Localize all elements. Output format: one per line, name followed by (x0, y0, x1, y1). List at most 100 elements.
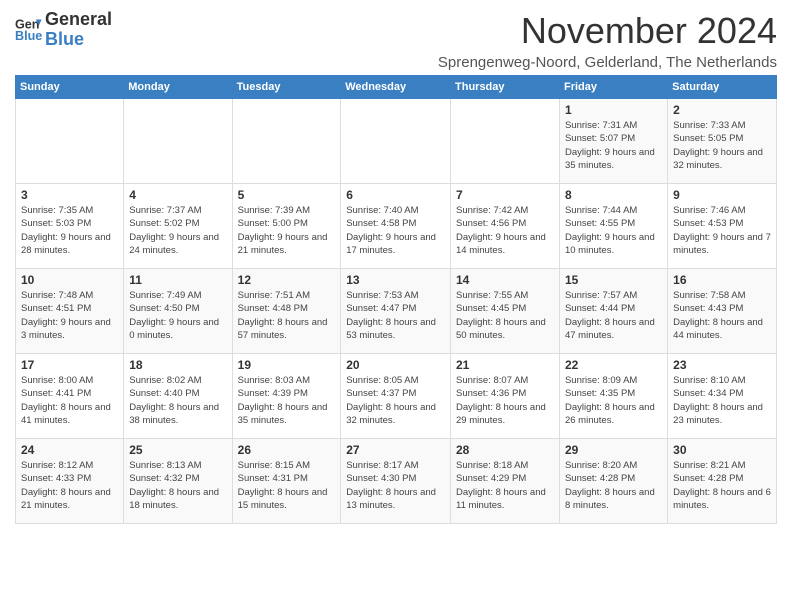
day-info: Sunrise: 7:39 AMSunset: 5:00 PMDaylight:… (238, 204, 336, 257)
day-number: 18 (129, 358, 226, 372)
calendar-cell: 7Sunrise: 7:42 AMSunset: 4:56 PMDaylight… (451, 184, 560, 269)
day-info: Sunrise: 7:53 AMSunset: 4:47 PMDaylight:… (346, 289, 445, 342)
day-number: 20 (346, 358, 445, 372)
calendar-cell: 19 Sunrise: 8:03 AMSunset: 4:39 PMDayligh… (232, 354, 341, 439)
day-info: Sunrise: 8:18 AMSunset: 4:29 PMDaylight:… (456, 459, 554, 512)
day-info: Sunrise: 8:13 AMSunset: 4:32 PMDaylight:… (129, 459, 226, 512)
calendar-cell: 30Sunrise: 8:21 AMSunset: 4:28 PMDayligh… (668, 439, 777, 524)
day-number: 7 (456, 188, 554, 202)
day-info: Sunrise: 7:55 AMSunset: 4:45 PMDaylight:… (456, 289, 554, 342)
day-info: Sunrise: 7:48 AMSunset: 4:51 PMDaylight:… (21, 289, 118, 342)
day-info: Sunrise: 8:09 AMSunset: 4:35 PMDaylight:… (565, 374, 662, 427)
day-info: Sunrise: 7:57 AMSunset: 4:44 PMDaylight:… (565, 289, 662, 342)
location: Sprengenweg-Noord, Gelderland, The Nethe… (438, 54, 777, 71)
calendar-cell: 10 Sunrise: 7:48 AMSunset: 4:51 PMDayligh… (16, 269, 124, 354)
calendar-cell: 22 Sunrise: 8:09 AMSunset: 4:35 PMDayligh… (559, 354, 667, 439)
day-number: 11 (129, 273, 226, 287)
calendar-cell: 26Sunrise: 8:15 AMSunset: 4:31 PMDayligh… (232, 439, 341, 524)
day-info: Sunrise: 8:00 AMSunset: 4:41 PMDaylight:… (21, 374, 118, 427)
day-number: 27 (346, 443, 445, 457)
calendar-cell (232, 99, 341, 184)
calendar-cell (124, 99, 232, 184)
header-day: Tuesday (232, 76, 341, 99)
logo-line1: General (45, 10, 112, 30)
header-day: Sunday (16, 76, 124, 99)
day-info: Sunrise: 8:07 AMSunset: 4:36 PMDaylight:… (456, 374, 554, 427)
day-info: Sunrise: 7:37 AMSunset: 5:02 PMDaylight:… (129, 204, 226, 257)
calendar-cell (16, 99, 124, 184)
header-day: Saturday (668, 76, 777, 99)
calendar-cell: 2 Sunrise: 7:33 AMSunset: 5:05 PMDaylight… (668, 99, 777, 184)
header: Gen Blue General Blue November 2024 Spre… (15, 10, 777, 71)
calendar-table: SundayMondayTuesdayWednesdayThursdayFrid… (15, 75, 777, 524)
day-info: Sunrise: 7:44 AMSunset: 4:55 PMDaylight:… (565, 204, 662, 257)
calendar-week: 24 Sunrise: 8:12 AMSunset: 4:33 PMDayligh… (16, 439, 777, 524)
calendar-cell: 3 Sunrise: 7:35 AMSunset: 5:03 PMDaylight… (16, 184, 124, 269)
logo: Gen Blue General Blue (15, 10, 112, 50)
day-number: 1 (565, 103, 662, 117)
svg-text:Blue: Blue (15, 29, 42, 43)
calendar-cell: 8 Sunrise: 7:44 AMSunset: 4:55 PMDaylight… (559, 184, 667, 269)
day-info: Sunrise: 7:58 AMSunset: 4:43 PMDaylight:… (673, 289, 771, 342)
day-number: 4 (129, 188, 226, 202)
title-block: November 2024 Sprengenweg-Noord, Gelderl… (438, 10, 777, 71)
day-info: Sunrise: 8:03 AMSunset: 4:39 PMDaylight:… (238, 374, 336, 427)
calendar-cell: 15Sunrise: 7:57 AMSunset: 4:44 PMDayligh… (559, 269, 667, 354)
day-number: 14 (456, 273, 554, 287)
calendar-week: 3 Sunrise: 7:35 AMSunset: 5:03 PMDaylight… (16, 184, 777, 269)
header-day: Monday (124, 76, 232, 99)
calendar-cell: 25 Sunrise: 8:13 AMSunset: 4:32 PMDayligh… (124, 439, 232, 524)
day-info: Sunrise: 7:33 AMSunset: 5:05 PMDaylight:… (673, 119, 771, 172)
day-info: Sunrise: 7:31 AMSunset: 5:07 PMDaylight:… (565, 119, 662, 172)
logo-icon: Gen Blue (15, 16, 43, 44)
day-info: Sunrise: 7:46 AMSunset: 4:53 PMDaylight:… (673, 204, 771, 257)
month-title: November 2024 (438, 10, 777, 52)
calendar-week: 10 Sunrise: 7:48 AMSunset: 4:51 PMDayligh… (16, 269, 777, 354)
day-number: 6 (346, 188, 445, 202)
header-row: SundayMondayTuesdayWednesdayThursdayFrid… (16, 76, 777, 99)
calendar-cell: 11Sunrise: 7:49 AMSunset: 4:50 PMDayligh… (124, 269, 232, 354)
day-number: 3 (21, 188, 118, 202)
calendar-cell: 5Sunrise: 7:39 AMSunset: 5:00 PMDaylight… (232, 184, 341, 269)
header-day: Friday (559, 76, 667, 99)
day-number: 25 (129, 443, 226, 457)
day-number: 2 (673, 103, 771, 117)
calendar-cell: 21 Sunrise: 8:07 AMSunset: 4:36 PMDayligh… (451, 354, 560, 439)
day-info: Sunrise: 8:05 AMSunset: 4:37 PMDaylight:… (346, 374, 445, 427)
calendar-cell: 13 Sunrise: 7:53 AMSunset: 4:47 PMDayligh… (341, 269, 451, 354)
calendar-cell: 23Sunrise: 8:10 AMSunset: 4:34 PMDayligh… (668, 354, 777, 439)
day-number: 29 (565, 443, 662, 457)
calendar-cell: 1 Sunrise: 7:31 AMSunset: 5:07 PMDaylight… (559, 99, 667, 184)
calendar-cell: 12 Sunrise: 7:51 AMSunset: 4:48 PMDayligh… (232, 269, 341, 354)
calendar-week: 1 Sunrise: 7:31 AMSunset: 5:07 PMDaylight… (16, 99, 777, 184)
day-number: 19 (238, 358, 336, 372)
day-info: Sunrise: 7:35 AMSunset: 5:03 PMDaylight:… (21, 204, 118, 257)
calendar-cell (341, 99, 451, 184)
day-info: Sunrise: 7:40 AMSunset: 4:58 PMDaylight:… (346, 204, 445, 257)
calendar-cell (451, 99, 560, 184)
day-info: Sunrise: 8:15 AMSunset: 4:31 PMDaylight:… (238, 459, 336, 512)
day-number: 23 (673, 358, 771, 372)
day-number: 13 (346, 273, 445, 287)
day-number: 22 (565, 358, 662, 372)
day-info: Sunrise: 8:12 AMSunset: 4:33 PMDaylight:… (21, 459, 118, 512)
day-number: 17 (21, 358, 118, 372)
day-info: Sunrise: 8:21 AMSunset: 4:28 PMDaylight:… (673, 459, 771, 512)
day-number: 24 (21, 443, 118, 457)
day-number: 21 (456, 358, 554, 372)
calendar-cell: 27Sunrise: 8:17 AMSunset: 4:30 PMDayligh… (341, 439, 451, 524)
page: Gen Blue General Blue November 2024 Spre… (0, 0, 792, 534)
calendar-cell: 14 Sunrise: 7:55 AMSunset: 4:45 PMDayligh… (451, 269, 560, 354)
day-number: 8 (565, 188, 662, 202)
day-number: 16 (673, 273, 771, 287)
calendar-cell: 18 Sunrise: 8:02 AMSunset: 4:40 PMDayligh… (124, 354, 232, 439)
day-info: Sunrise: 7:51 AMSunset: 4:48 PMDaylight:… (238, 289, 336, 342)
calendar-cell: 16 Sunrise: 7:58 AMSunset: 4:43 PMDayligh… (668, 269, 777, 354)
day-info: Sunrise: 8:02 AMSunset: 4:40 PMDaylight:… (129, 374, 226, 427)
logo-line2: Blue (45, 30, 112, 50)
calendar-cell: 20 Sunrise: 8:05 AMSunset: 4:37 PMDayligh… (341, 354, 451, 439)
day-number: 12 (238, 273, 336, 287)
day-number: 10 (21, 273, 118, 287)
day-number: 9 (673, 188, 771, 202)
calendar-cell: 17 Sunrise: 8:00 AMSunset: 4:41 PMDayligh… (16, 354, 124, 439)
